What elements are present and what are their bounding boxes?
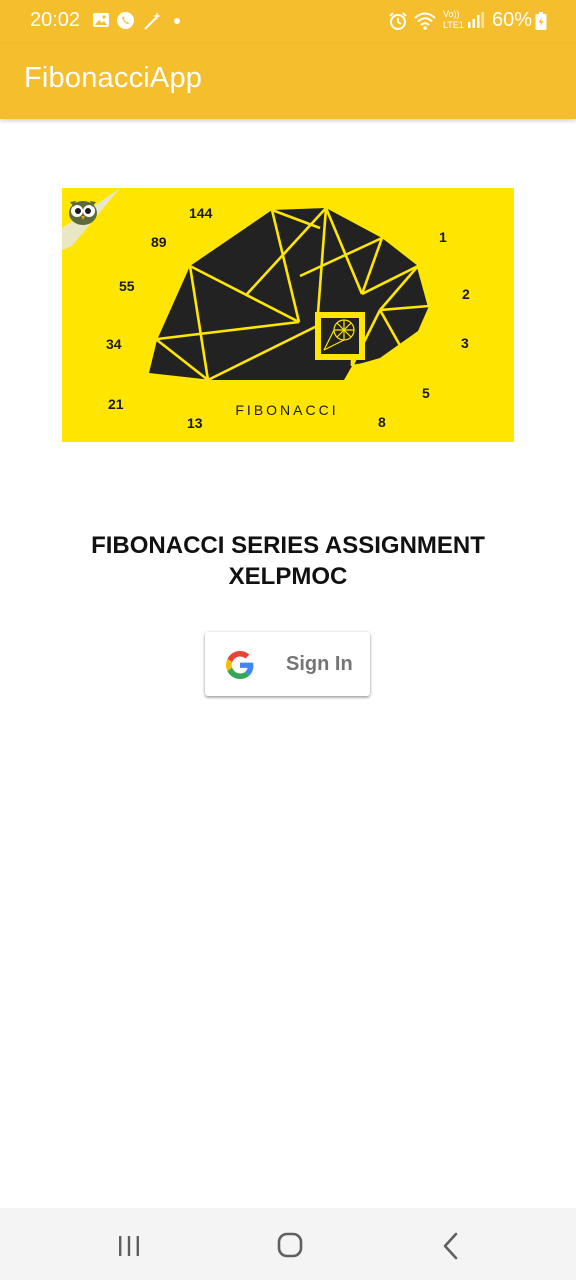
sign-in-label: Sign In <box>286 653 353 675</box>
app-screen: 20:02 Vo)) LTE1 60% FibonacciApp 144 89 … <box>0 0 576 1280</box>
recents-icon[interactable] <box>109 1228 149 1264</box>
system-navigation-bar <box>0 1208 576 1280</box>
headline-line-1: FIBONACCI SERIES ASSIGNMENT <box>91 532 485 559</box>
alarm-icon <box>389 12 407 30</box>
headline-line-2: XELPMOC <box>228 563 348 590</box>
fib-number: 144 <box>189 205 213 221</box>
status-bar: 20:02 Vo)) LTE1 60% <box>0 0 576 44</box>
gallery-icon <box>93 13 109 27</box>
fib-number: 8 <box>378 414 386 430</box>
wifi-icon <box>414 12 436 30</box>
google-logo-icon <box>226 651 254 679</box>
fib-number: 13 <box>187 415 203 431</box>
magic-wand-icon <box>144 12 161 30</box>
banner-caption: FIBONACCI <box>235 402 338 418</box>
fib-number: 34 <box>106 336 122 352</box>
google-sign-in-button[interactable]: Sign In <box>205 632 370 696</box>
status-time: 20:02 <box>30 9 81 31</box>
app-bar: FibonacciApp <box>0 44 576 119</box>
battery-percent: 60% <box>491 9 532 31</box>
app-title: FibonacciApp <box>24 62 203 94</box>
fib-number: 89 <box>151 234 167 250</box>
fib-number: 5 <box>422 385 430 401</box>
owl-sticker-icon <box>69 201 97 225</box>
signal-icon <box>468 12 484 28</box>
fib-number: 1 <box>439 229 447 245</box>
fib-number: 21 <box>108 396 124 412</box>
whatsapp-icon <box>117 12 134 29</box>
fibonacci-banner-image: 144 89 55 34 21 13 8 5 3 2 1 FIBONACCI <box>62 188 514 442</box>
home-icon[interactable] <box>270 1228 310 1264</box>
fib-number: 2 <box>462 286 470 302</box>
assignment-headline: FIBONACCI SERIES ASSIGNMENT XELPMOC <box>0 530 576 592</box>
back-icon[interactable] <box>431 1228 471 1264</box>
notification-dot-icon <box>174 18 180 24</box>
battery-icon <box>535 12 547 30</box>
fib-number: 3 <box>461 335 469 351</box>
fib-number: 55 <box>119 278 135 294</box>
network-type-label: Vo)) LTE1 <box>443 9 464 30</box>
